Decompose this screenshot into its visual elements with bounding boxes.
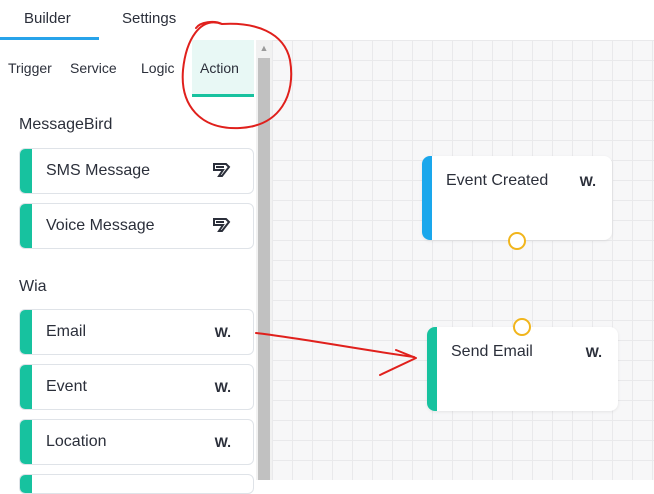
tab-settings[interactable]: Settings	[122, 10, 176, 27]
node-label: Send Email	[451, 343, 533, 360]
card-stripe	[20, 420, 32, 464]
flow-node-send-email[interactable]: Send Email W.	[427, 327, 618, 411]
messagebird-icon	[213, 163, 231, 180]
palette-item-location[interactable]: Location W.	[19, 419, 254, 465]
palette-item-partial[interactable]	[19, 474, 254, 494]
palette-item-sms-message[interactable]: SMS Message	[19, 148, 254, 194]
palette-item-event[interactable]: Event W.	[19, 364, 254, 410]
node-stripe	[422, 156, 432, 240]
tab-trigger[interactable]: Trigger	[8, 60, 52, 76]
wia-icon: W.	[579, 173, 596, 189]
wia-icon: W.	[214, 434, 231, 450]
palette-item-voice-message[interactable]: Voice Message	[19, 203, 254, 249]
palette-item-label: Voice Message	[46, 217, 155, 234]
tab-service[interactable]: Service	[70, 60, 117, 76]
palette-item-label: Event	[46, 378, 87, 395]
tab-logic[interactable]: Logic	[141, 60, 181, 76]
node-stripe	[427, 327, 437, 411]
flow-node-event-created[interactable]: Event Created W.	[422, 156, 612, 240]
input-port[interactable]	[513, 318, 531, 336]
tab-action[interactable]: Action	[200, 60, 239, 76]
tab-builder[interactable]: Builder	[24, 10, 71, 27]
card-stripe	[20, 475, 32, 493]
section-title-messagebird: MessageBird	[19, 116, 113, 133]
scroll-up-arrow-icon[interactable]: ▲	[258, 42, 270, 54]
palette-scrollbar-thumb[interactable]	[258, 58, 270, 480]
top-tab-bar: Builder Settings	[0, 0, 654, 41]
card-stripe	[20, 365, 32, 409]
output-port[interactable]	[508, 232, 526, 250]
flow-canvas[interactable]: Event Created W. Send Email W.	[272, 40, 654, 480]
card-stripe	[20, 149, 32, 193]
card-stripe	[20, 310, 32, 354]
palette-item-label: Email	[46, 323, 87, 340]
wia-icon: W.	[214, 324, 231, 340]
palette-item-label: SMS Message	[46, 162, 151, 179]
node-palette-panel: Trigger Service Logic Action MessageBird…	[0, 40, 273, 494]
palette-item-label: Location	[46, 433, 107, 450]
palette-sub-tabs: Trigger Service Logic Action	[0, 40, 256, 98]
wia-icon: W.	[214, 379, 231, 395]
node-label: Event Created	[446, 172, 549, 189]
action-tab-underline	[192, 94, 254, 97]
wia-icon: W.	[585, 344, 602, 360]
messagebird-icon	[213, 218, 231, 235]
section-title-wia: Wia	[19, 278, 47, 295]
palette-item-email[interactable]: Email W.	[19, 309, 254, 355]
card-stripe	[20, 204, 32, 248]
